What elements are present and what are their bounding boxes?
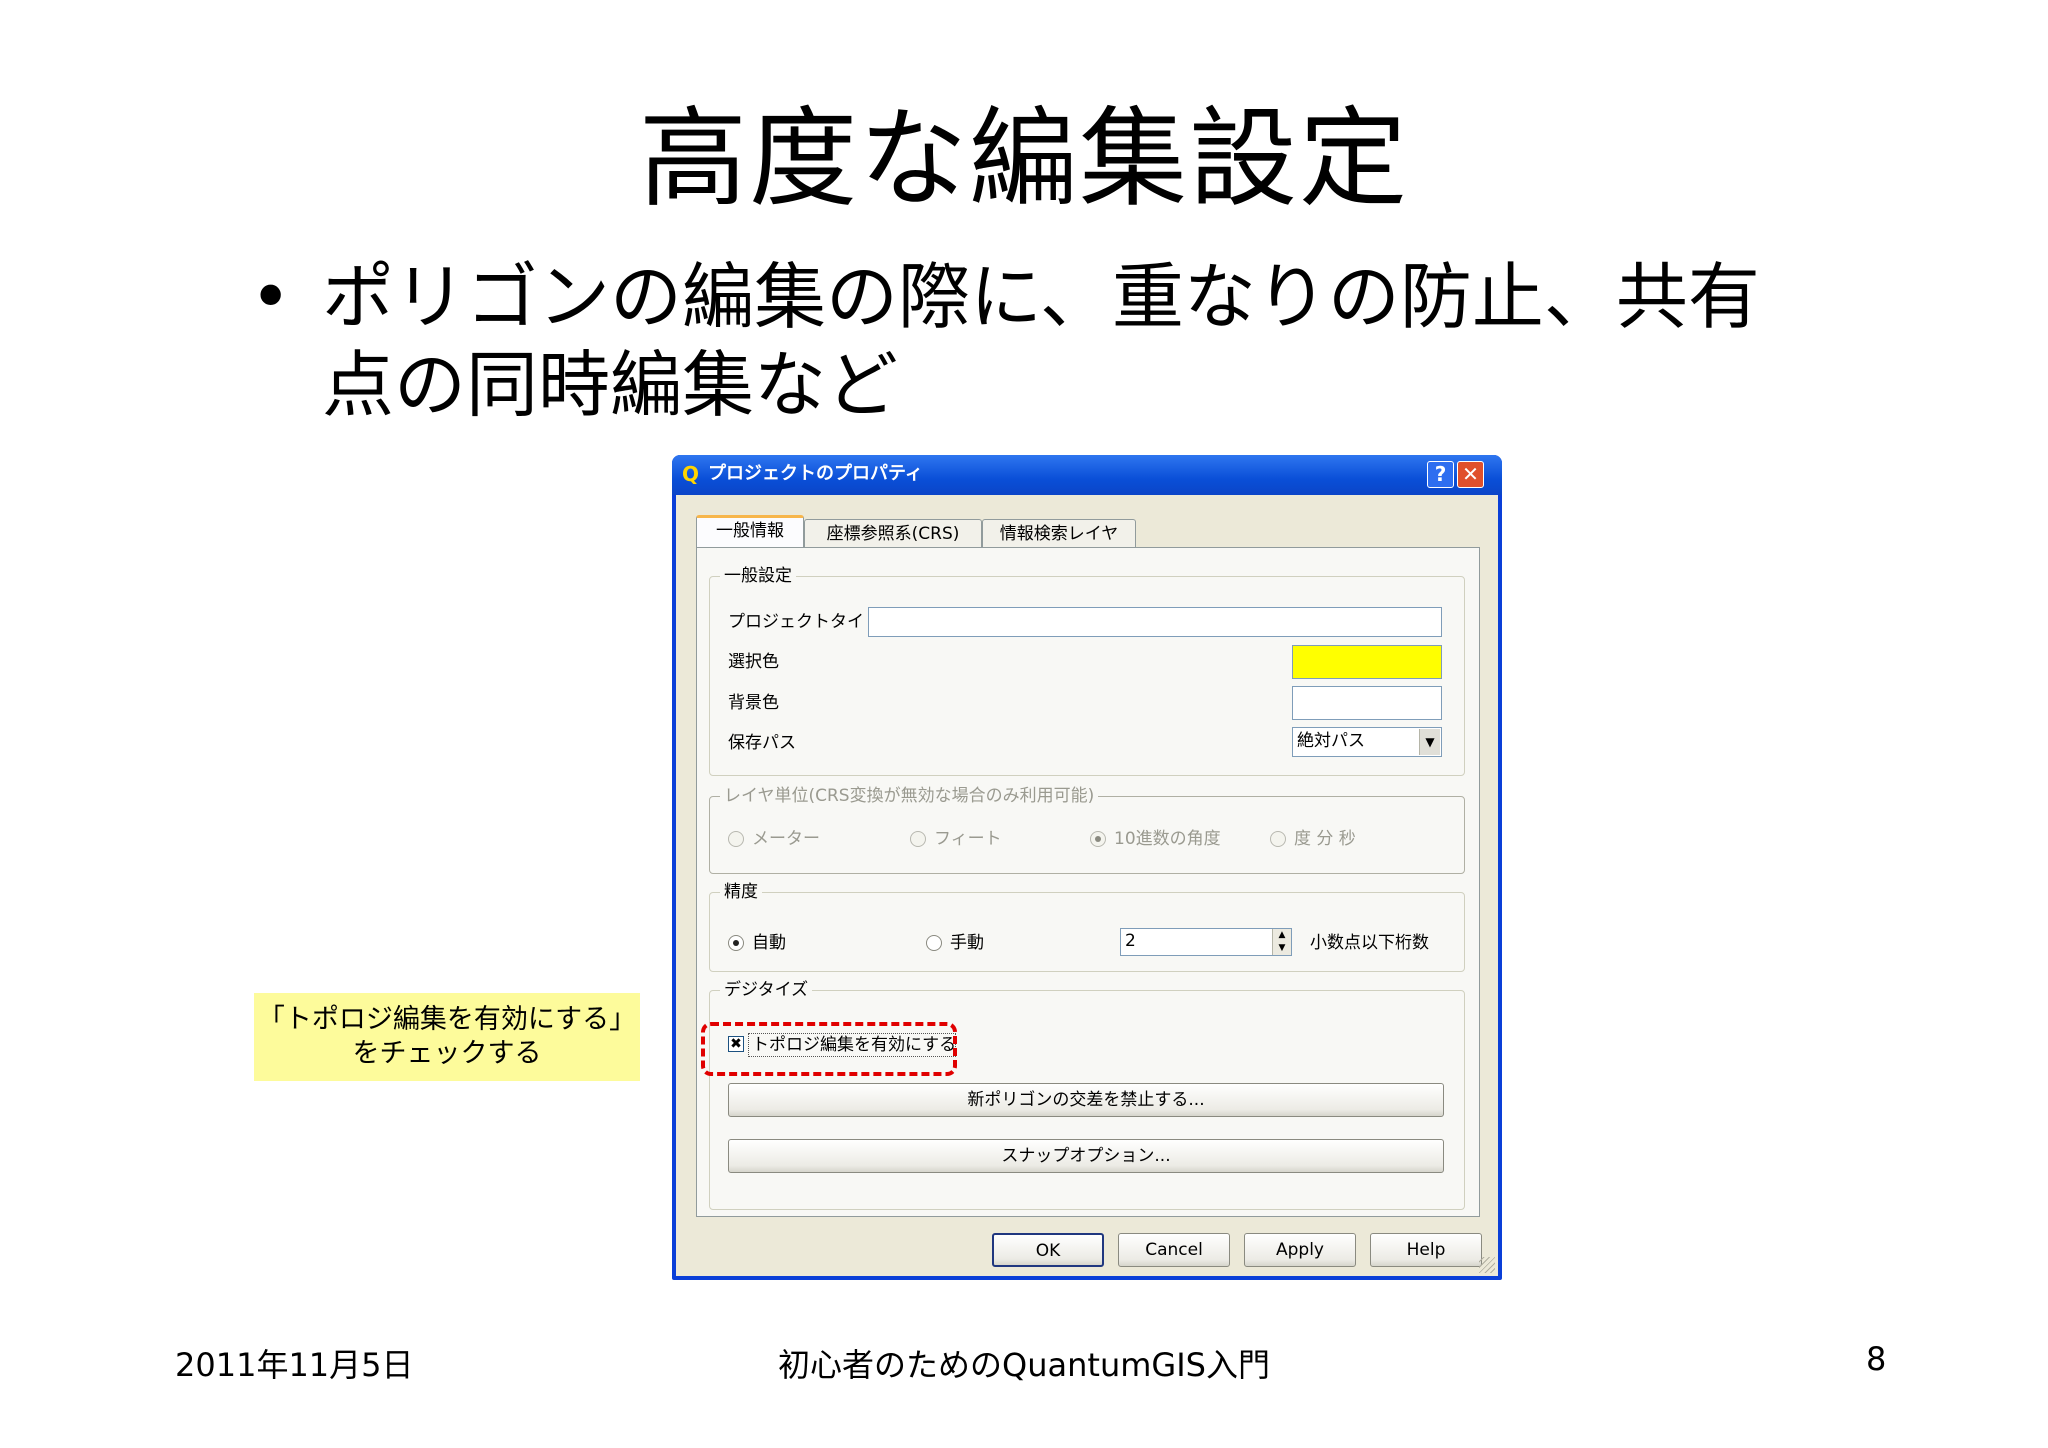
- save-paths-select[interactable]: 絶対パス ▼: [1292, 727, 1442, 757]
- bullet-text-line-1: ポリゴンの編集の際に、重なりの防止、共有: [322, 255, 1760, 339]
- save-paths-value: 絶対パス: [1297, 731, 1365, 751]
- radio-manual[interactable]: [926, 935, 942, 951]
- qgis-app-icon: Q: [682, 462, 700, 486]
- page-number: 8: [1866, 1340, 1887, 1378]
- selection-color-button[interactable]: [1292, 645, 1442, 679]
- radio-meters[interactable]: [728, 831, 744, 847]
- tab-identify-layers[interactable]: 情報検索レイヤ: [982, 519, 1136, 549]
- help-icon[interactable]: ?: [1427, 461, 1454, 488]
- apply-button[interactable]: Apply: [1244, 1233, 1356, 1267]
- group-label-precision: 精度: [720, 881, 762, 903]
- background-color-button[interactable]: [1292, 686, 1442, 720]
- slide-title: 高度な編集設定: [638, 97, 1409, 222]
- group-label-digitizing: デジタイズ: [720, 979, 813, 1001]
- background-color-label: 背景色: [728, 693, 779, 713]
- spin-up-icon[interactable]: ▲: [1272, 929, 1291, 942]
- general-tab-panel: 一般設定 プロジェクトタイトル 選択色 背景色 保存パス 絶対パス ▼ レイヤ単…: [696, 547, 1480, 1217]
- radio-auto-label: 自動: [752, 933, 786, 953]
- ok-button[interactable]: OK: [992, 1233, 1104, 1267]
- save-paths-label: 保存パス: [728, 733, 796, 753]
- snapping-options-button[interactable]: スナップオプション...: [728, 1139, 1444, 1173]
- decimal-places-value: 2: [1125, 931, 1136, 951]
- close-icon[interactable]: ✕: [1457, 461, 1484, 488]
- group-label-general: 一般設定: [720, 565, 796, 587]
- tab-general[interactable]: 一般情報: [696, 515, 804, 549]
- project-properties-dialog: Q プロジェクトのプロパティ ? ✕ 一般情報 座標参照系(CRS) 情報検索レ…: [672, 455, 1502, 1280]
- project-title-input[interactable]: [868, 607, 1442, 637]
- resize-grip[interactable]: [1479, 1257, 1495, 1273]
- help-button[interactable]: Help: [1370, 1233, 1482, 1267]
- group-label-layer-units: レイヤ単位(CRS変換が無効な場合のみ利用可能): [720, 785, 1099, 807]
- cancel-button[interactable]: Cancel: [1118, 1233, 1230, 1267]
- callout-line-2: をチェックする: [352, 1038, 542, 1069]
- radio-feet-label: フィート: [934, 829, 1002, 849]
- radio-meters-label: メーター: [752, 829, 820, 849]
- avoid-intersections-button[interactable]: 新ポリゴンの交差を禁止する...: [728, 1083, 1444, 1117]
- dialog-client-area: 一般情報 座標参照系(CRS) 情報検索レイヤ 一般設定 プロジェクトタイトル …: [676, 495, 1498, 1276]
- decimal-places-label: 小数点以下桁数: [1310, 933, 1429, 953]
- layer-units-group: レイヤ単位(CRS変換が無効な場合のみ利用可能) メーター フィート 10進数の…: [709, 785, 1465, 874]
- radio-decimal-degrees[interactable]: [1090, 831, 1106, 847]
- precision-group: 精度 自動 手動 2 ▲ ▼ 小数点以下桁数: [709, 881, 1465, 972]
- spin-down-icon[interactable]: ▼: [1272, 942, 1291, 955]
- chevron-down-icon[interactable]: ▼: [1419, 729, 1440, 755]
- footer-title: 初心者のためのQuantumGIS入門: [778, 1346, 1270, 1384]
- bullet-marker: •: [250, 256, 292, 338]
- callout-line-1: 「トポロジ編集を有効にする」: [257, 1004, 637, 1035]
- radio-dms[interactable]: [1270, 831, 1286, 847]
- radio-dms-label: 度 分 秒: [1294, 829, 1356, 849]
- topology-highlight-dashed: [701, 1022, 957, 1076]
- dialog-titlebar[interactable]: Q プロジェクトのプロパティ ? ✕: [672, 455, 1502, 495]
- radio-decimal-degrees-label: 10進数の角度: [1114, 829, 1221, 849]
- radio-feet[interactable]: [910, 831, 926, 847]
- bullet-text-line-2: 点の同時編集など: [322, 343, 899, 427]
- decimal-places-spinbox[interactable]: 2 ▲ ▼: [1120, 928, 1292, 956]
- tab-crs[interactable]: 座標参照系(CRS): [804, 519, 982, 549]
- callout-note: 「トポロジ編集を有効にする」 をチェックする: [254, 993, 640, 1081]
- radio-auto[interactable]: [728, 935, 744, 951]
- selection-color-label: 選択色: [728, 652, 779, 672]
- radio-manual-label: 手動: [950, 933, 984, 953]
- dialog-title: プロジェクトのプロパティ: [708, 463, 923, 484]
- general-settings-group: 一般設定 プロジェクトタイトル 選択色 背景色 保存パス 絶対パス ▼: [709, 565, 1465, 776]
